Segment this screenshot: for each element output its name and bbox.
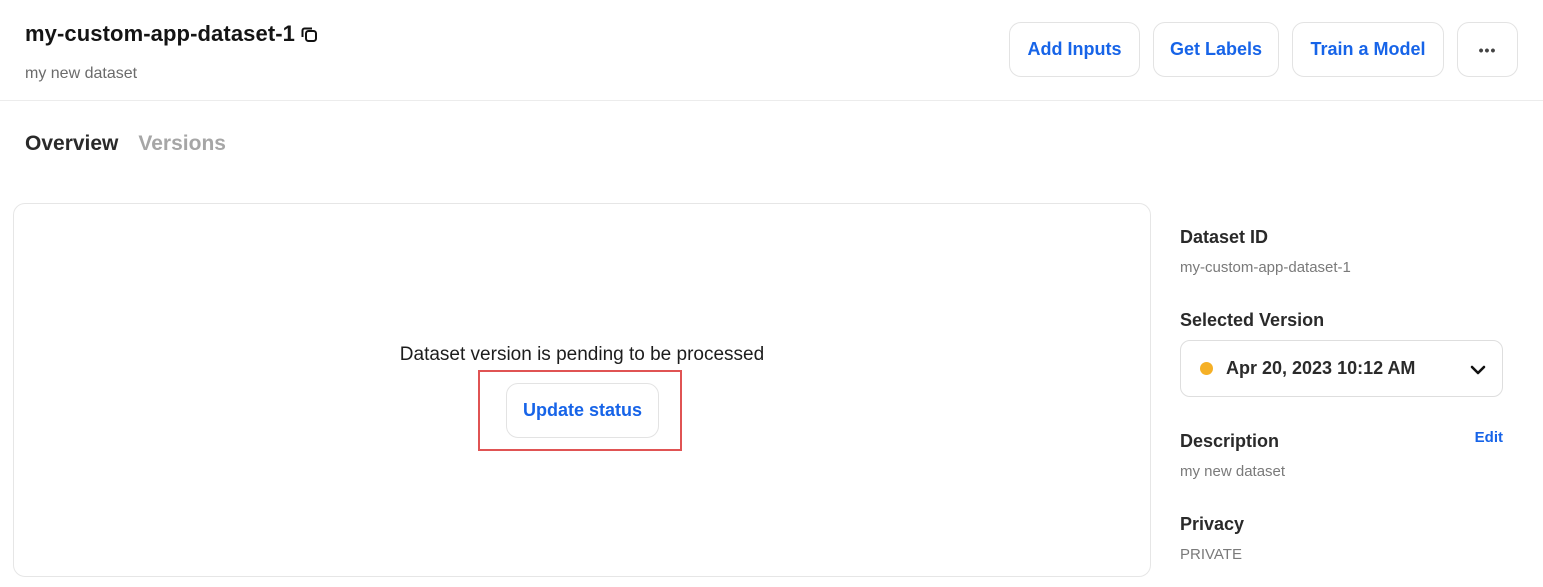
copy-icon[interactable] — [299, 24, 319, 44]
description-label: Description — [1180, 431, 1280, 451]
chevron-down-icon — [1470, 365, 1486, 375]
edit-description-link[interactable]: Edit — [1475, 429, 1503, 446]
overview-panel: Dataset version is pending to be process… — [13, 203, 1151, 577]
status-dot — [1200, 362, 1213, 375]
version-select[interactable]: Apr 20, 2023 10:12 AM — [1180, 340, 1503, 397]
selected-version-label: Selected Version — [1180, 310, 1325, 330]
more-options-button[interactable]: ••• — [1457, 22, 1518, 77]
header-actions: Add Inputs Get Labels Train a Model ••• — [1009, 22, 1518, 77]
train-model-button[interactable]: Train a Model — [1292, 22, 1444, 77]
add-inputs-button[interactable]: Add Inputs — [1009, 22, 1140, 77]
dataset-id-value: my-custom-app-dataset-1 — [1180, 259, 1351, 276]
tab-overview[interactable]: Overview — [25, 132, 118, 156]
privacy-value: PRIVATE — [1180, 546, 1242, 563]
description-value: my new dataset — [1180, 463, 1286, 480]
page-title: my-custom-app-dataset-1 — [25, 21, 296, 46]
tab-versions[interactable]: Versions — [138, 132, 226, 156]
page-subtitle: my new dataset — [25, 65, 138, 82]
dataset-id-label: Dataset ID — [1180, 227, 1269, 247]
page-header: my-custom-app-dataset-1 my new dataset A… — [0, 0, 1543, 101]
tab-bar: Overview Versions — [25, 132, 226, 156]
title-row: my-custom-app-dataset-1 — [25, 21, 319, 47]
get-labels-button[interactable]: Get Labels — [1153, 22, 1279, 77]
selected-version-value: Apr 20, 2023 10:12 AM — [1226, 358, 1416, 378]
privacy-label: Privacy — [1180, 514, 1245, 534]
pending-status-message: Dataset version is pending to be process… — [399, 344, 765, 365]
update-status-button[interactable]: Update status — [506, 383, 659, 438]
